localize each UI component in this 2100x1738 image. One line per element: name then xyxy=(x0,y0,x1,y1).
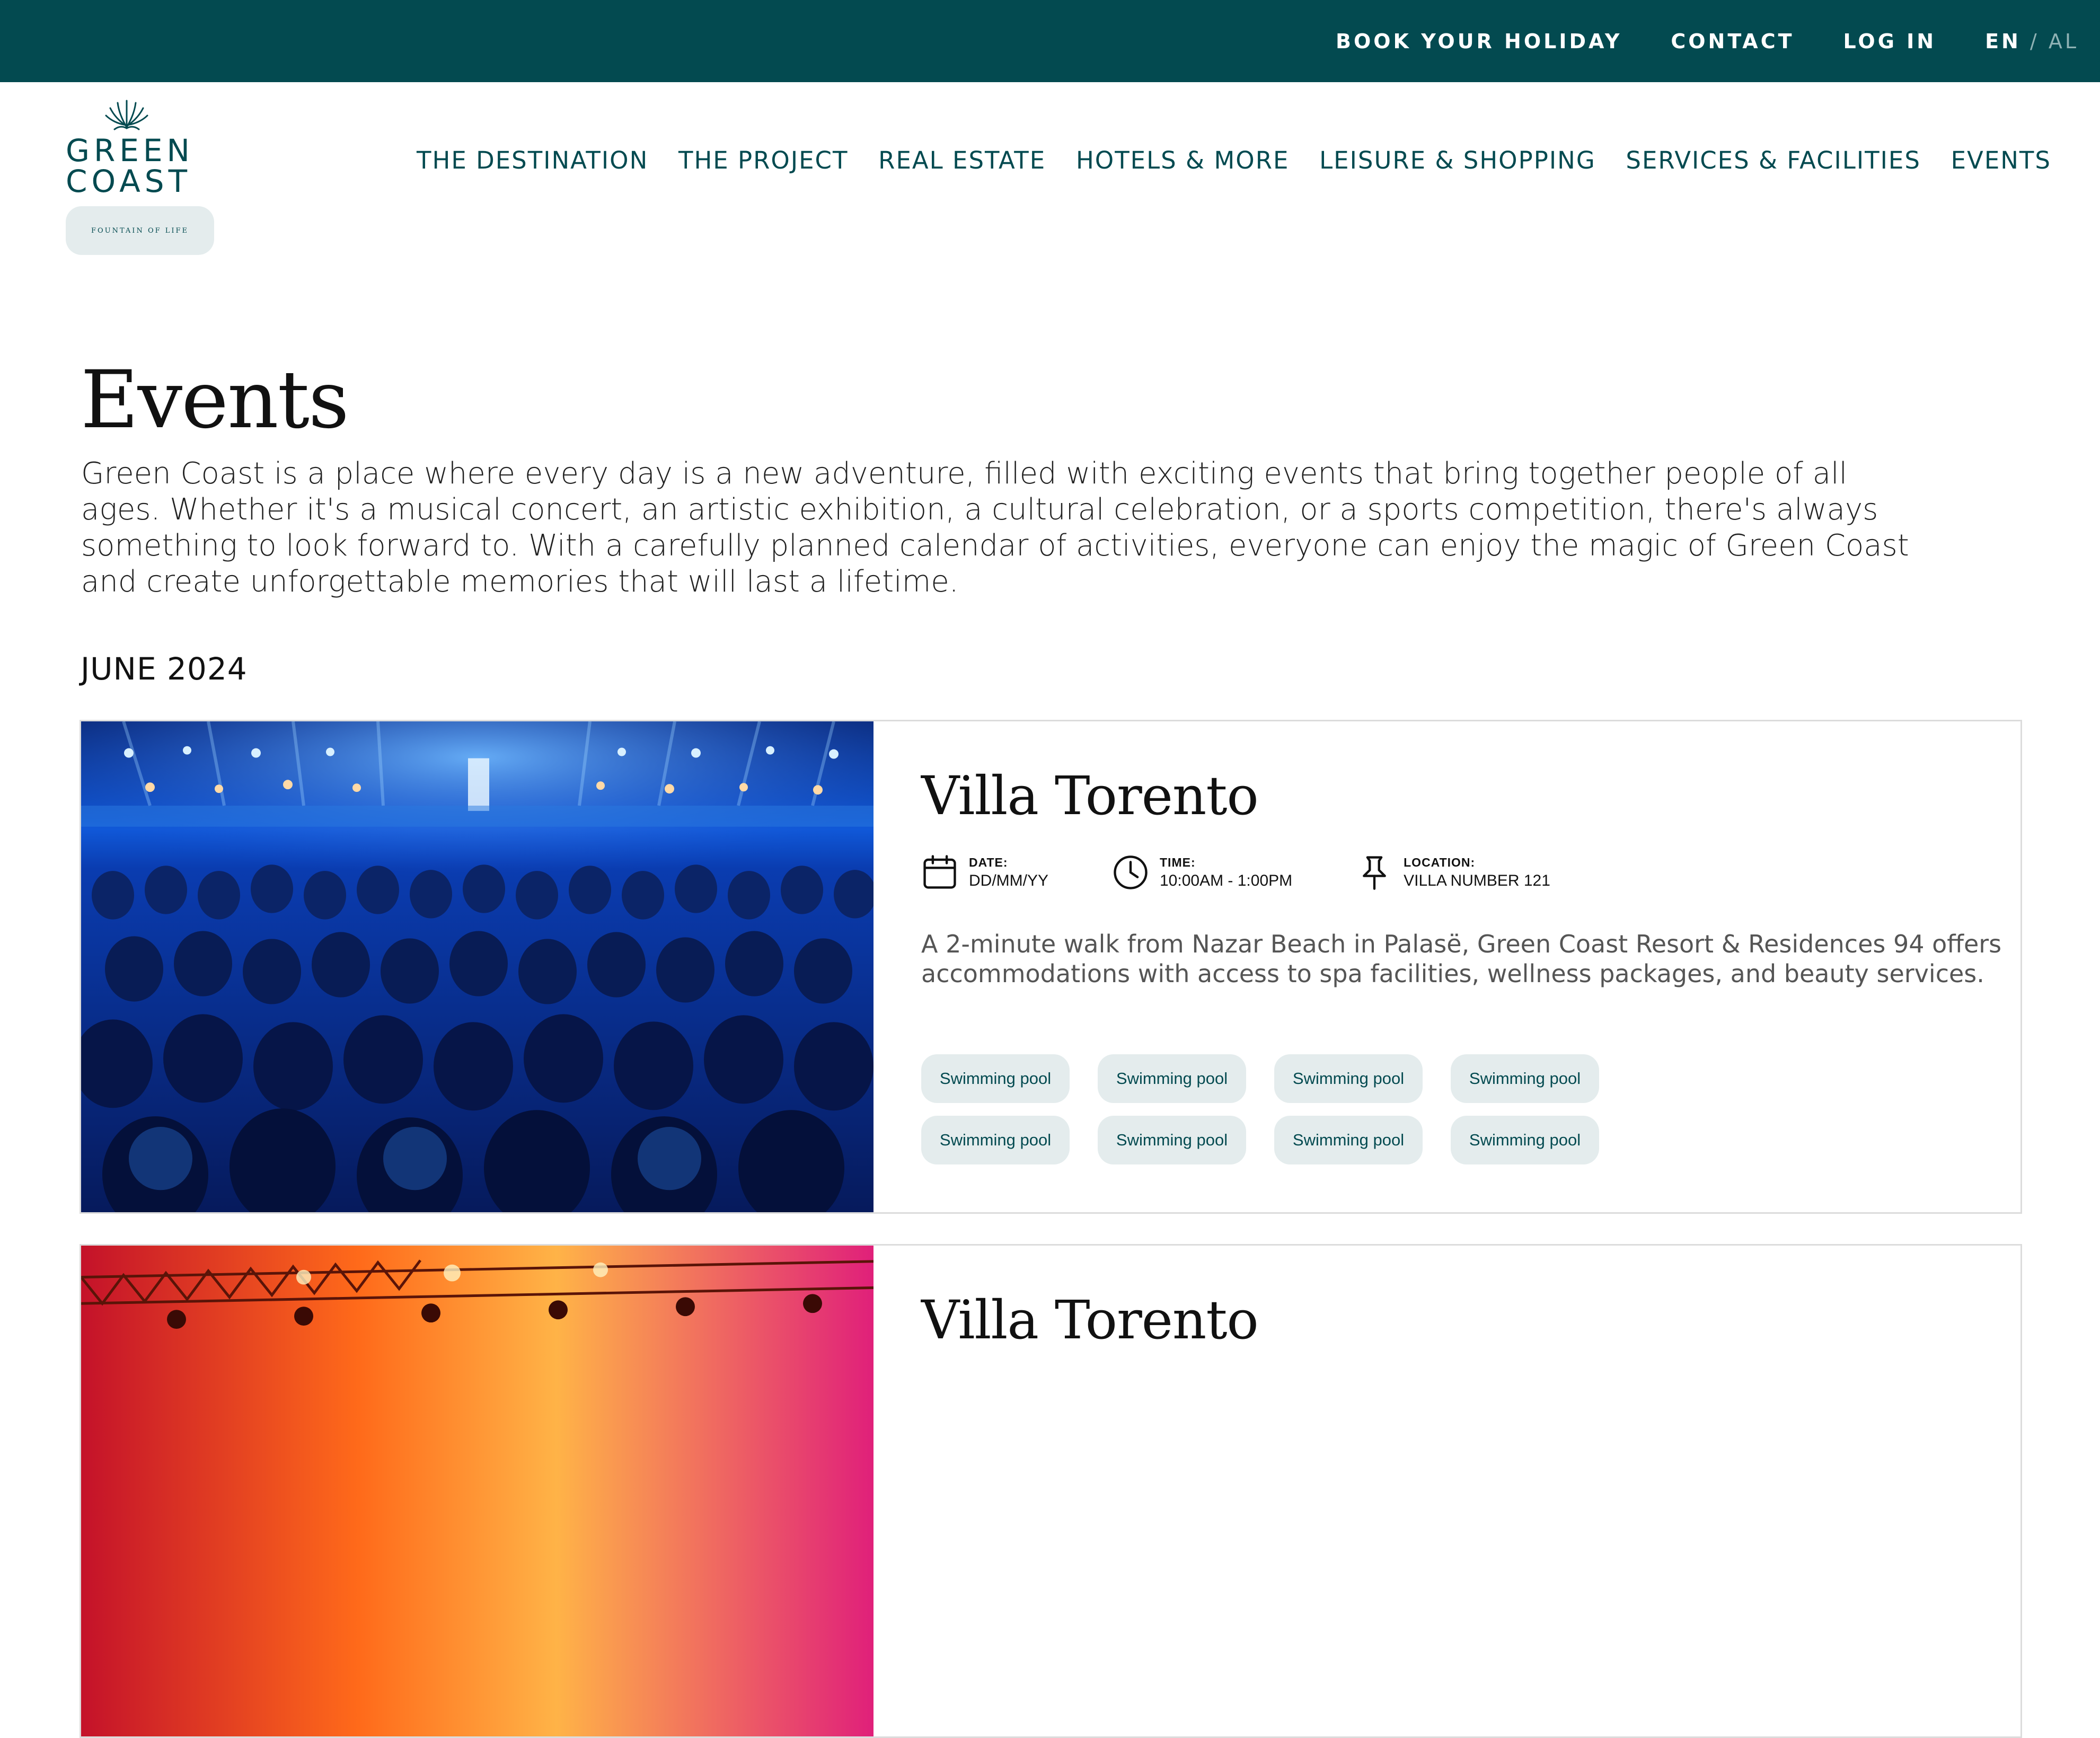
nav-leisure-shopping[interactable]: LEISURE & SHOPPING xyxy=(1319,146,1596,174)
event-tags: Swimming pool Swimming pool Swimming poo… xyxy=(921,1054,1674,1177)
nav-the-destination[interactable]: THE DESTINATION xyxy=(417,146,648,174)
login-link[interactable]: LOG IN xyxy=(1843,30,1937,53)
logo-word-coast: COAST xyxy=(66,163,192,199)
event-meta: DATE: DD/MM/YY TIME: 10:00AM - 1:00PM LO… xyxy=(921,854,1614,891)
amenity-tag[interactable]: Swimming pool xyxy=(1451,1054,1599,1103)
event-image-stage-lights xyxy=(81,1246,873,1736)
amenity-tag[interactable]: Swimming pool xyxy=(1274,1116,1423,1164)
palm-emblem-icon xyxy=(105,100,148,130)
location-label: LOCATION: xyxy=(1404,855,1476,869)
event-card[interactable]: Villa Torento xyxy=(80,1244,2022,1738)
date-value: DD/MM/YY xyxy=(969,871,1048,889)
page-title: Events xyxy=(81,354,349,446)
amenity-tag[interactable]: Swimming pool xyxy=(1098,1054,1246,1103)
event-description: A 2-minute walk from Nazar Beach in Pala… xyxy=(921,930,2002,988)
lang-al[interactable]: AL xyxy=(2049,30,2079,53)
event-title[interactable]: Villa Torento xyxy=(921,1289,1259,1351)
amenity-tag[interactable]: Swimming pool xyxy=(921,1116,1070,1164)
nav-the-project[interactable]: THE PROJECT xyxy=(678,146,849,174)
date-label: DATE: xyxy=(969,855,1008,869)
location-value: VILLA NUMBER 121 xyxy=(1404,871,1550,889)
event-card-body: Villa Torento DATE: DD/MM/YY TIME: 10:00… xyxy=(921,721,2020,1212)
event-image-concert-crowd xyxy=(81,721,873,1212)
amenity-tag[interactable]: Swimming pool xyxy=(1098,1116,1246,1164)
pushpin-icon xyxy=(1363,856,1386,890)
amenity-tag[interactable]: Swimming pool xyxy=(1274,1054,1423,1103)
amenity-tag[interactable]: Swimming pool xyxy=(1451,1116,1599,1164)
intro-paragraph: Green Coast is a place where every day i… xyxy=(81,456,1909,599)
nav-real-estate[interactable]: REAL ESTATE xyxy=(878,146,1046,174)
language-switcher: EN / AL xyxy=(1985,30,2079,53)
event-title[interactable]: Villa Torento xyxy=(921,765,1259,827)
time-label: TIME: xyxy=(1160,855,1196,869)
nav-hotels-more[interactable]: HOTELS & MORE xyxy=(1076,146,1289,174)
amenity-tag[interactable]: Swimming pool xyxy=(921,1054,1070,1103)
logo-tagline: FOUNTAIN OF LIFE xyxy=(66,206,214,255)
clock-icon xyxy=(1114,855,1148,889)
nav-events[interactable]: EVENTS xyxy=(1951,146,2051,174)
event-card[interactable]: Villa Torento DATE: DD/MM/YY TIME: 10:00… xyxy=(80,720,2022,1214)
lang-separator: / xyxy=(2030,29,2040,53)
book-holiday-link[interactable]: BOOK YOUR HOLIDAY xyxy=(1336,30,1622,53)
lang-en[interactable]: EN xyxy=(1985,30,2021,53)
nav-services-facilities[interactable]: SERVICES & FACILITIES xyxy=(1626,146,1921,174)
calendar-icon xyxy=(923,855,956,889)
event-card-body: Villa Torento xyxy=(921,1246,2020,1736)
logo-word-green: GREEN xyxy=(66,133,194,169)
event-time: TIME: 10:00AM - 1:00PM xyxy=(1112,854,1292,891)
contact-link[interactable]: CONTACT xyxy=(1671,30,1794,53)
time-value: 10:00AM - 1:00PM xyxy=(1160,871,1293,889)
main-nav: THE DESTINATION THE PROJECT REAL ESTATE … xyxy=(417,146,2051,174)
month-heading: JUNE 2024 xyxy=(81,651,248,687)
event-location: LOCATION: VILLA NUMBER 121 xyxy=(1356,854,1550,891)
utility-bar: BOOK YOUR HOLIDAY CONTACT LOG IN EN / AL xyxy=(0,0,2100,82)
event-date: DATE: DD/MM/YY xyxy=(921,854,1048,891)
green-coast-logo[interactable]: GREEN COAST FOUNTAIN OF LIFE xyxy=(66,95,214,255)
